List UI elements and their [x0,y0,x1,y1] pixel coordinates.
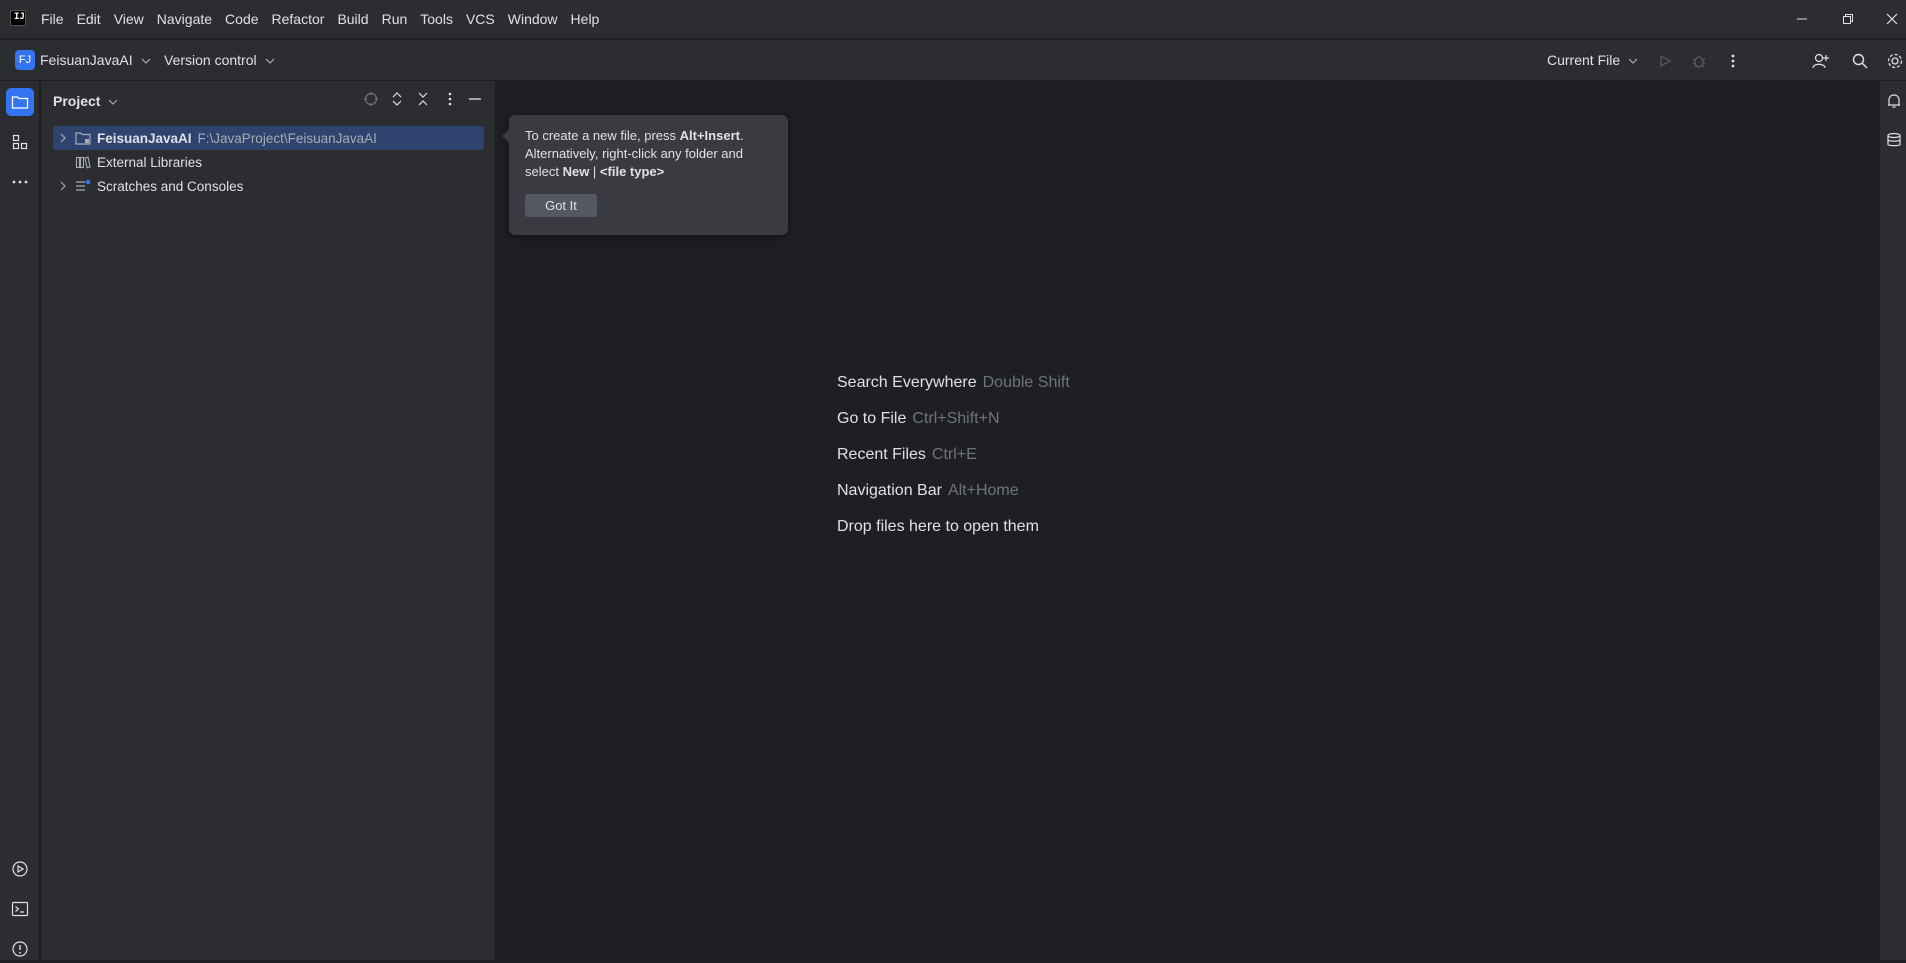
add-user-icon [1812,53,1829,69]
module-folder-icon [74,130,92,146]
tree-item-label: External Libraries [97,154,203,170]
terminal-icon [11,901,29,917]
close-button[interactable] [1880,8,1904,30]
menu-help[interactable]: Help [571,11,600,27]
close-icon [1886,13,1898,25]
services-tool-button[interactable] [6,855,34,883]
tooltip-line-1: To create a new file, press Alt+Insert. [525,128,744,143]
scratches-icon [74,178,92,194]
code-with-me-button[interactable] [1810,50,1832,72]
panel-options-button[interactable] [442,91,458,107]
menu-view[interactable]: View [114,11,144,27]
hint-recent-files: Recent Files Ctrl+E [837,446,977,463]
right-tool-strip [1879,81,1906,960]
intellij-logo-icon[interactable]: IJ [10,10,26,26]
settings-button[interactable] [1884,50,1906,72]
project-panel-title[interactable]: Project [53,93,118,109]
bell-icon [1888,94,1900,108]
new-file-tooltip: To create a new file, press Alt+Insert. … [502,115,788,235]
tree-item-label: FeisuanJavaAI [97,130,192,146]
database-button[interactable] [1886,132,1902,148]
main-toolbar: FJ FeisuanJavaAI Version control Current… [0,40,1906,81]
tree-item-project-root[interactable]: FeisuanJavaAI F:\JavaProject\FeisuanJava… [53,126,484,150]
minimize-icon [1797,18,1807,20]
tree-item-label: Scratches and Consoles [97,178,244,194]
tree-item-path: F:\JavaProject\FeisuanJavaAI [197,130,377,146]
problems-tool-button[interactable] [6,935,34,963]
chevron-down-icon [141,58,150,64]
chevron-down-icon [1628,58,1638,64]
restore-icon [1843,14,1853,24]
tree-item-scratches[interactable]: Scratches and Consoles [53,174,484,198]
main-menu: File Edit View Navigate Code Refactor Bu… [41,11,612,27]
project-tool-window: Project FeisuanJavaAI F:\JavaProject\Fei… [41,81,496,960]
tooltip-line-3: select New | <file type> [525,164,665,179]
chevron-right-icon[interactable] [55,178,71,194]
warning-circle-icon [12,941,28,957]
run-configuration-label: Current File [1547,52,1621,68]
hint-navigation-bar: Navigation Bar Alt+Home [837,482,1019,499]
version-control-dropdown[interactable]: Version control [164,52,275,68]
structure-icon [12,134,28,150]
more-vertical-icon [448,92,452,106]
project-tool-button[interactable] [6,88,34,116]
menu-code[interactable]: Code [225,11,258,27]
library-icon [74,154,92,170]
search-icon [1852,53,1868,69]
menu-run[interactable]: Run [382,11,408,27]
menu-build[interactable]: Build [337,11,368,27]
collapse-all-button[interactable] [415,91,431,107]
menu-window[interactable]: Window [508,11,558,27]
services-icon [12,861,28,877]
gear-icon [1887,53,1903,69]
hint-go-to-file: Go to File Ctrl+Shift+N [837,410,1000,427]
version-control-label: Version control [164,52,257,68]
chevron-down-icon [265,58,274,64]
tooltip-line-2: Alternatively, right-click any folder an… [525,146,743,161]
more-tools-button[interactable] [6,168,34,196]
title-bar: IJ File Edit View Navigate Code Refactor… [0,0,1906,39]
restore-button[interactable] [1836,8,1860,30]
collapse-all-icon [418,92,428,106]
project-avatar[interactable]: FJ [15,50,35,70]
menu-file[interactable]: File [41,11,64,27]
folder-icon [11,96,29,109]
hint-search-everywhere: Search Everywhere Double Shift [837,374,1070,391]
crosshair-icon [364,92,378,106]
got-it-button[interactable]: Got It [525,194,597,217]
menu-refactor[interactable]: Refactor [272,11,325,27]
project-switcher[interactable]: FeisuanJavaAI [40,52,151,68]
menu-tools[interactable]: Tools [420,11,453,27]
chevron-down-icon [108,99,118,105]
more-vertical-icon [1731,54,1735,68]
tree-item-external-libraries[interactable]: External Libraries [53,150,484,174]
left-tool-strip [0,81,40,960]
run-configuration-dropdown[interactable]: Current File [1547,52,1638,68]
bug-icon [1692,56,1706,68]
structure-tool-button[interactable] [6,128,34,156]
run-icon [1660,54,1672,68]
menu-vcs[interactable]: VCS [466,11,495,27]
project-tree: FeisuanJavaAI F:\JavaProject\FeisuanJava… [53,126,484,198]
run-button[interactable] [1654,50,1676,72]
debug-button[interactable] [1688,50,1710,72]
project-name: FeisuanJavaAI [40,52,133,68]
hint-drop-files: Drop files here to open them [837,518,1039,535]
terminal-tool-button[interactable] [6,895,34,923]
select-opened-file-button[interactable] [363,91,379,107]
notifications-button[interactable] [1886,93,1902,109]
minimize-button[interactable] [1790,8,1814,30]
menu-navigate[interactable]: Navigate [157,11,212,27]
chevron-right-icon[interactable] [55,130,71,146]
expand-all-button[interactable] [389,91,405,107]
minimize-icon [469,98,481,100]
expand-all-icon [392,92,402,106]
more-actions-button[interactable] [1722,50,1744,72]
menu-edit[interactable]: Edit [77,11,101,27]
database-icon [1887,132,1901,147]
search-everywhere-button[interactable] [1849,50,1871,72]
more-horizontal-icon [12,180,28,184]
hide-panel-button[interactable] [467,91,483,107]
